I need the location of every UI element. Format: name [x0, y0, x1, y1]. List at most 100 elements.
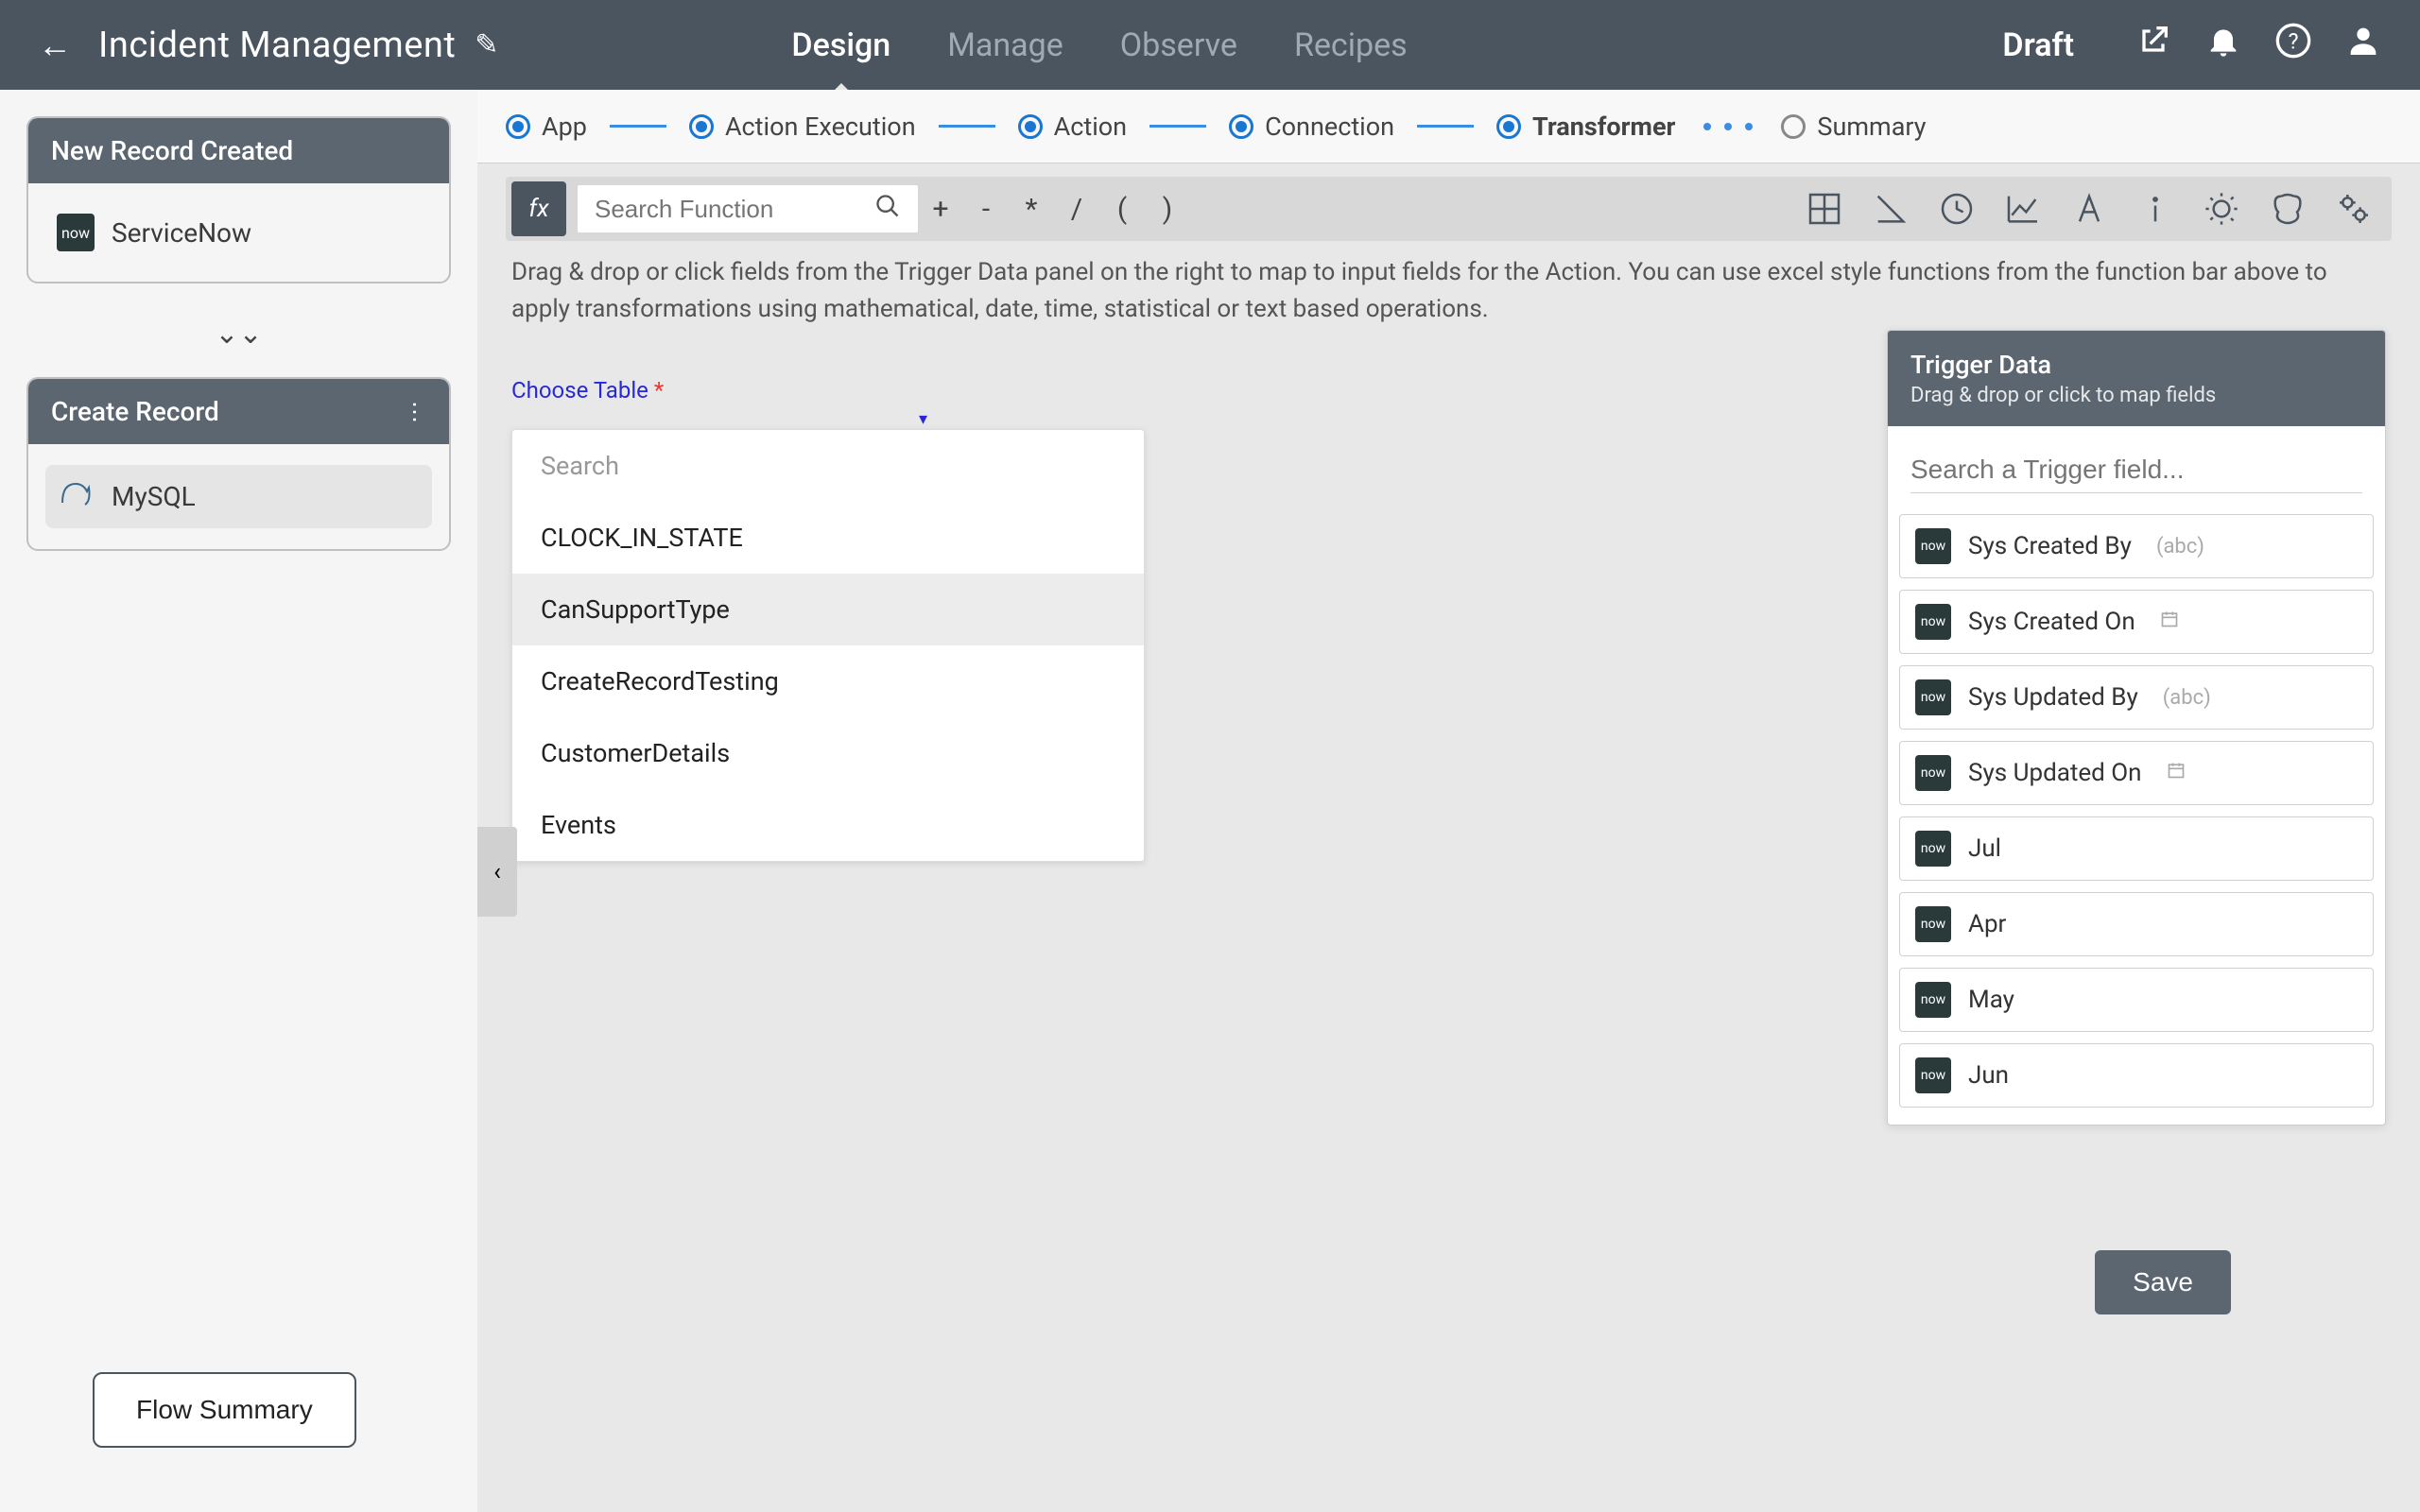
- op-paren-close[interactable]: ): [1145, 193, 1190, 226]
- card-body-trigger: now ServiceNow: [28, 183, 449, 282]
- dropdown-item[interactable]: CLOCK_IN_STATE: [512, 502, 1144, 574]
- step-action[interactable]: Action: [1018, 112, 1127, 142]
- left-sidebar: New Record Created now ServiceNow ⌄⌄ Cre…: [0, 90, 477, 1512]
- search-icon[interactable]: [874, 193, 901, 226]
- connector-mysql[interactable]: MySQL: [45, 465, 432, 528]
- trigger-search-box[interactable]: [1888, 426, 2385, 503]
- collapse-sidebar-handle[interactable]: ‹: [477, 827, 517, 917]
- dropdown-item[interactable]: Events: [512, 789, 1144, 861]
- tab-design[interactable]: Design: [763, 0, 919, 90]
- op-paren-open[interactable]: (: [1099, 193, 1145, 226]
- choose-table-dropdown[interactable]: ▾ Search CLOCK_IN_STATE CanSupportType C…: [511, 409, 1145, 862]
- idea-icon[interactable]: [2203, 190, 2240, 228]
- trigger-field[interactable]: now May: [1899, 968, 2374, 1032]
- top-right-actions: Draft ?: [2002, 22, 2382, 68]
- fx-icon[interactable]: fx: [511, 181, 566, 236]
- servicenow-icon: now: [1915, 755, 1951, 791]
- flow-summary-button[interactable]: Flow Summary: [93, 1372, 356, 1448]
- trigger-field-label: Sys Created By: [1968, 532, 2132, 560]
- step-app[interactable]: App: [506, 112, 587, 142]
- step-label: Summary: [1817, 112, 1926, 142]
- step-transformer[interactable]: Transformer: [1496, 112, 1675, 142]
- trigger-field-type: (abc): [2156, 535, 2204, 558]
- save-button[interactable]: Save: [2095, 1250, 2231, 1314]
- sidebar-card-trigger[interactable]: New Record Created now ServiceNow: [26, 116, 451, 284]
- connector-label: MySQL: [112, 481, 196, 512]
- flow-arrow-icon: ⌄⌄: [26, 318, 451, 351]
- dropdown-item[interactable]: CreateRecordTesting: [512, 645, 1144, 717]
- step-dots: [1703, 123, 1753, 130]
- op-divide[interactable]: /: [1054, 193, 1099, 226]
- step-label: App: [542, 112, 587, 142]
- step-connection[interactable]: Connection: [1229, 112, 1394, 142]
- tab-recipes[interactable]: Recipes: [1266, 0, 1436, 90]
- chart-icon[interactable]: [2004, 190, 2042, 228]
- dropdown-item[interactable]: CanSupportType: [512, 574, 1144, 645]
- help-icon[interactable]: ?: [2274, 22, 2312, 68]
- step-radio-icon: [1496, 114, 1521, 139]
- card-title: Create Record: [51, 396, 219, 427]
- back-arrow-icon[interactable]: ←: [38, 26, 72, 65]
- trigger-field-type: (abc): [2163, 686, 2211, 710]
- user-icon[interactable]: [2344, 22, 2382, 68]
- content-area: App Action Execution Action Connection T…: [477, 90, 2420, 1512]
- trigger-field-label: Jul: [1968, 834, 2001, 863]
- mysql-icon: [57, 474, 95, 519]
- edit-icon[interactable]: ✎: [475, 28, 498, 61]
- step-connector: [939, 125, 995, 128]
- step-radio-icon: [1229, 114, 1253, 139]
- connector-servicenow[interactable]: now ServiceNow: [45, 204, 432, 261]
- trigger-search-input[interactable]: [1910, 447, 2362, 493]
- trigger-field[interactable]: now Sys Updated On: [1899, 741, 2374, 805]
- step-summary[interactable]: Summary: [1781, 112, 1926, 142]
- required-asterisk: *: [654, 377, 664, 404]
- card-menu-icon[interactable]: ⋯: [402, 401, 428, 423]
- trigger-field[interactable]: now Sys Created By (abc): [1899, 514, 2374, 578]
- info-icon[interactable]: [2136, 190, 2174, 228]
- op-minus[interactable]: -: [963, 193, 1009, 226]
- status-label: Draft: [2002, 26, 2074, 64]
- bell-icon[interactable]: [2204, 22, 2242, 68]
- step-label: Action Execution: [725, 112, 916, 142]
- op-multiply[interactable]: *: [1009, 193, 1054, 226]
- math-icon[interactable]: [1806, 190, 1843, 228]
- trigger-field[interactable]: now Sys Created On: [1899, 590, 2374, 654]
- trigger-field[interactable]: now Jul: [1899, 816, 2374, 881]
- step-connector: [1417, 125, 1474, 128]
- tab-observe[interactable]: Observe: [1092, 0, 1266, 90]
- servicenow-icon: now: [1915, 906, 1951, 942]
- steps-bar: App Action Execution Action Connection T…: [477, 90, 2420, 163]
- trigger-field[interactable]: now Sys Updated By (abc): [1899, 665, 2374, 730]
- step-action-execution[interactable]: Action Execution: [689, 112, 916, 142]
- step-radio-icon: [1018, 114, 1043, 139]
- dropdown-search[interactable]: Search: [512, 430, 1144, 502]
- trigger-fields-list: now Sys Created By (abc) now Sys Created…: [1888, 503, 2385, 1125]
- dropdown-item[interactable]: CustomerDetails: [512, 717, 1144, 789]
- dropdown-caret-icon[interactable]: ▾: [511, 409, 1145, 429]
- text-icon[interactable]: [2070, 190, 2108, 228]
- step-radio-icon: [1781, 114, 1806, 139]
- search-function-box[interactable]: [578, 185, 918, 232]
- dropdown-list: Search CLOCK_IN_STATE CanSupportType Cre…: [511, 429, 1145, 862]
- card-title: New Record Created: [51, 135, 293, 166]
- step-radio-icon: [689, 114, 714, 139]
- servicenow-icon: now: [1915, 1057, 1951, 1093]
- search-function-input[interactable]: [595, 195, 874, 224]
- trigger-panel-header: Trigger Data Drag & drop or click to map…: [1888, 331, 2385, 426]
- angle-icon[interactable]: [1872, 190, 1910, 228]
- clock-icon[interactable]: [1938, 190, 1976, 228]
- trigger-field-label: Jun: [1968, 1061, 2009, 1090]
- brain-icon[interactable]: [2269, 190, 2307, 228]
- trigger-data-panel: Trigger Data Drag & drop or click to map…: [1887, 330, 2386, 1125]
- trigger-field[interactable]: now Jun: [1899, 1043, 2374, 1108]
- open-external-icon[interactable]: [2135, 22, 2172, 68]
- choose-table-label-text: Choose Table: [511, 377, 648, 404]
- step-connector: [1150, 125, 1206, 128]
- sidebar-card-action[interactable]: Create Record ⋯ MySQL: [26, 377, 451, 551]
- tab-manage[interactable]: Manage: [919, 0, 1092, 90]
- servicenow-icon: now: [1915, 528, 1951, 564]
- trigger-field[interactable]: now Apr: [1899, 892, 2374, 956]
- op-plus[interactable]: +: [918, 193, 963, 226]
- gears-icon[interactable]: [2335, 190, 2373, 228]
- svg-text:?: ?: [2288, 27, 2298, 54]
